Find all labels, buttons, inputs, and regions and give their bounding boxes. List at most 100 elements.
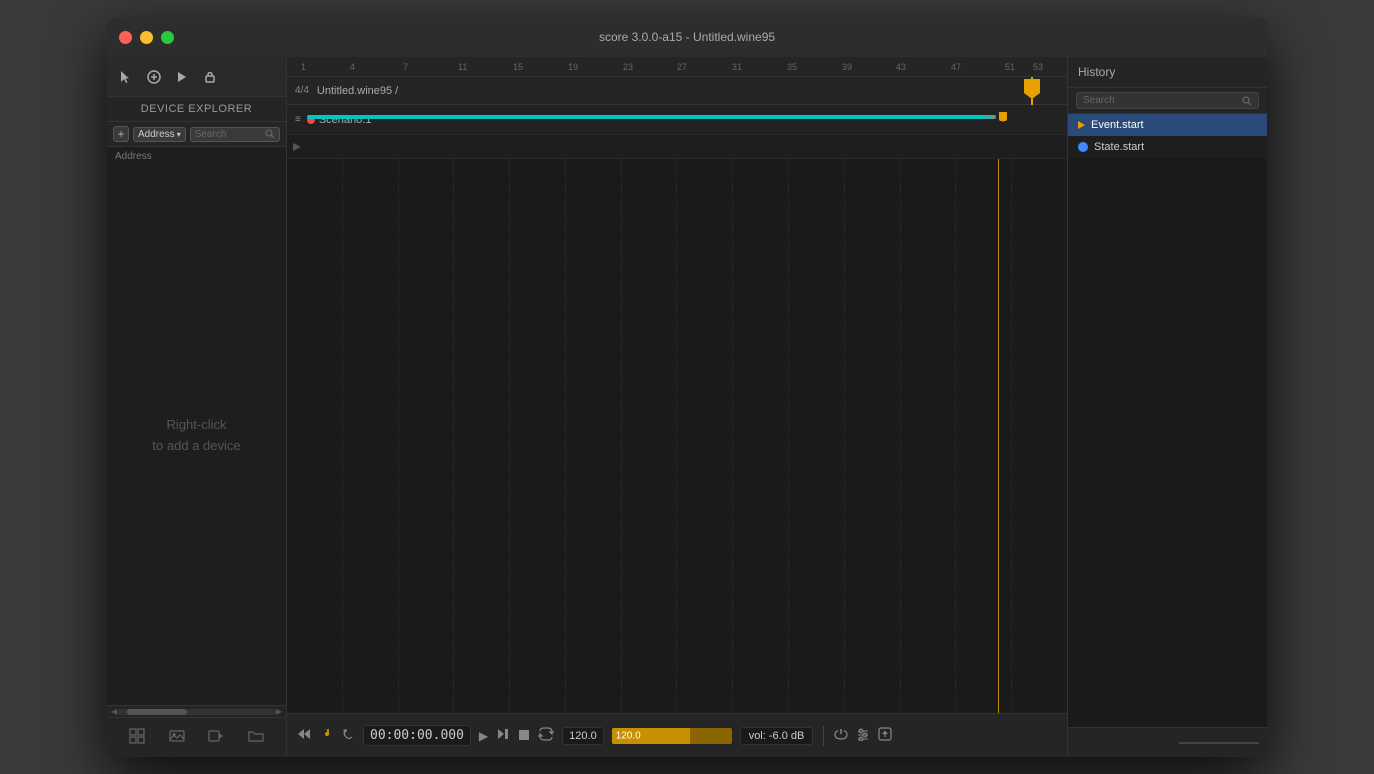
undo-icon[interactable] — [341, 727, 355, 744]
score-title: Untitled.wine95 / — [317, 85, 398, 97]
ruler-mark-1: 1 — [301, 62, 306, 72]
device-empty-area: Right-clickto add a device — [107, 166, 286, 705]
transport-bar: 00:00:00.000 ▶ — [287, 713, 1067, 757]
ruler-mark-51: 51 — [1005, 62, 1015, 72]
search-icon — [265, 129, 275, 139]
grid-line — [732, 159, 788, 713]
play-transport-icon[interactable]: ▶ — [479, 729, 488, 743]
history-bottom-bar — [1068, 727, 1267, 757]
main-content: DEVICE EXPLORER + Address ▾ Search — [107, 57, 1267, 757]
search-input[interactable]: Search — [190, 127, 280, 142]
app-window: score 3.0.0-a15 - Untitled.wine95 — [107, 17, 1267, 757]
history-search-input[interactable]: Search — [1076, 92, 1259, 109]
lock-icon[interactable] — [201, 68, 219, 86]
add-icon[interactable] — [145, 68, 163, 86]
title-bar: score 3.0.0-a15 - Untitled.wine95 — [107, 17, 1267, 57]
play-icon[interactable] — [173, 68, 191, 86]
grid-line — [621, 159, 677, 713]
time-signature: 4/4 — [295, 85, 309, 96]
history-search-bar: Search — [1068, 88, 1267, 114]
image-icon[interactable] — [169, 728, 185, 747]
scrollbar-thumb[interactable] — [127, 709, 187, 715]
scenario-menu-icon: ≡ — [295, 114, 301, 125]
grid-line — [398, 159, 454, 713]
grid-line — [955, 159, 1011, 713]
close-button[interactable] — [119, 31, 132, 44]
ruler-mark-4: 4 — [350, 62, 355, 72]
mixer-icon[interactable] — [856, 727, 870, 744]
history-item-label-event: Event.start — [1091, 119, 1144, 131]
address-dropdown[interactable]: Address ▾ — [133, 127, 186, 142]
history-search-icon — [1242, 96, 1252, 106]
grid-lines — [287, 159, 1067, 713]
device-explorer-header: DEVICE EXPLORER — [107, 97, 286, 122]
add-device-button[interactable]: + — [113, 126, 129, 142]
rewind-icon[interactable] — [297, 727, 311, 744]
scenario-label: Scenario.1 — [319, 114, 372, 126]
event-start-triangle-icon — [1078, 121, 1085, 129]
separator — [823, 726, 824, 746]
stop-svg — [518, 729, 530, 741]
ruler-marks: 1 4 7 11 15 19 23 27 31 35 39 43 47 51 5… — [295, 57, 1059, 76]
loop-icon[interactable] — [538, 727, 554, 744]
arrange-icon[interactable] — [129, 728, 145, 747]
loop-svg — [538, 727, 554, 741]
scenario-expand-row — [287, 135, 1067, 159]
expand-icon — [293, 143, 301, 151]
tempo-value: 120.0 — [569, 730, 597, 742]
history-bottom-line — [1179, 742, 1259, 744]
grid-line — [676, 159, 732, 713]
history-item-label-state: State.start — [1094, 141, 1144, 153]
playhead-vertical-line — [998, 159, 999, 713]
ruler-mark-43: 43 — [896, 62, 906, 72]
grid-line — [342, 159, 398, 713]
note-svg — [319, 727, 333, 741]
stop-icon[interactable] — [518, 728, 530, 744]
grid-area — [287, 159, 1067, 713]
grid-line — [788, 159, 844, 713]
cursor-icon[interactable] — [117, 68, 135, 86]
bottom-toolbar — [107, 717, 286, 757]
scroll-right-arrow[interactable]: ▶ — [276, 707, 282, 716]
time-ruler: 1 4 7 11 15 19 23 27 31 35 39 43 47 51 5… — [287, 57, 1067, 77]
left-panel: DEVICE EXPLORER + Address ▾ Search — [107, 57, 287, 757]
maximize-button[interactable] — [161, 31, 174, 44]
folder-icon[interactable] — [248, 728, 264, 747]
tempo-slider[interactable]: 120.0 — [612, 728, 732, 744]
ruler-mark-31: 31 — [732, 62, 742, 72]
minimize-button[interactable] — [140, 31, 153, 44]
rewind-svg — [297, 727, 311, 741]
grid-line — [844, 159, 900, 713]
device-empty-hint: Right-clickto add a device — [152, 415, 240, 457]
undo-svg — [341, 727, 355, 741]
export-icon[interactable] — [878, 727, 892, 744]
chevron-down-icon: ▾ — [177, 130, 181, 139]
grid-line — [565, 159, 621, 713]
right-panel: History Search Event.start State.start — [1067, 57, 1267, 757]
history-item-state-start[interactable]: State.start — [1068, 136, 1267, 158]
ruler-mark-47: 47 — [951, 62, 961, 72]
horizontal-scrollbar[interactable]: ◀ ▶ — [107, 705, 286, 717]
video-icon[interactable] — [208, 728, 224, 747]
traffic-lights — [119, 31, 174, 44]
power-icon[interactable] — [834, 727, 848, 744]
toolbar — [107, 57, 286, 97]
device-explorer-controls: + Address ▾ Search — [107, 122, 286, 147]
ruler-mark-19: 19 — [568, 62, 578, 72]
tempo-display: 120.0 — [562, 727, 604, 745]
scenario-container: ≡ Scenario.1 — [287, 105, 1067, 135]
ruler-mark-15: 15 — [513, 62, 523, 72]
history-item-event-start[interactable]: Event.start — [1068, 114, 1267, 136]
playhead-line-top — [1031, 77, 1033, 105]
ruler-mark-7: 7 — [403, 62, 408, 72]
scenario-dot — [307, 116, 315, 124]
scrollbar-track[interactable] — [117, 709, 276, 715]
grid-line — [453, 159, 509, 713]
history-header: History — [1068, 57, 1267, 88]
address-label: Address — [107, 147, 286, 166]
window-title: score 3.0.0-a15 - Untitled.wine95 — [599, 30, 775, 44]
ruler-mark-35: 35 — [787, 62, 797, 72]
play-end-icon[interactable] — [496, 727, 510, 744]
play-end-svg — [496, 727, 510, 741]
note-icon[interactable] — [319, 727, 333, 744]
